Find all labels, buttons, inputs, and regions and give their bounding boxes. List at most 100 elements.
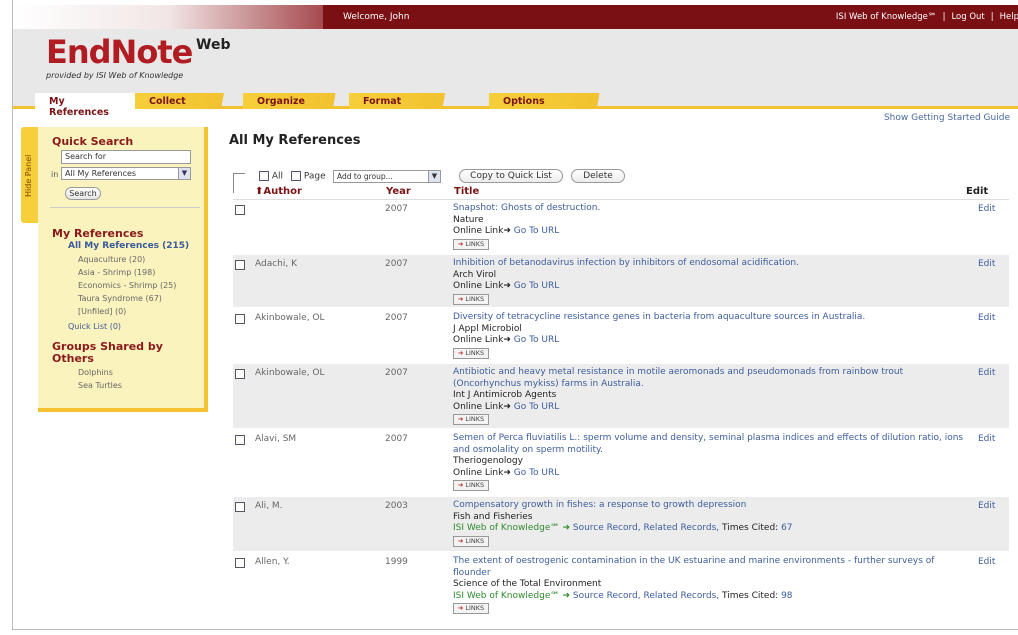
edit-link[interactable]: Edit — [978, 368, 995, 378]
isi-link[interactable]: ISI Web of Knowledge℠ — [453, 523, 560, 533]
select-all[interactable]: All — [259, 171, 283, 182]
help-link[interactable]: Help — [1000, 12, 1018, 22]
row-checkbox[interactable] — [235, 260, 245, 270]
go-to-url-link[interactable]: Go To URL — [514, 226, 560, 236]
reference-year: 2007 — [385, 204, 408, 214]
logout-link[interactable]: Log Out — [951, 12, 984, 22]
isi-link[interactable]: ISI Web of Knowledge℠ — [453, 591, 560, 601]
group-aquaculture[interactable]: Aquaculture (20) — [78, 255, 145, 264]
reference-author: Akinbowale, OL — [255, 368, 325, 378]
delete-button[interactable]: Delete — [571, 169, 625, 183]
reference-title-link[interactable]: Snapshot: Ghosts of destruction. — [453, 203, 973, 215]
select-page[interactable]: Page — [291, 171, 326, 182]
row-checkbox[interactable] — [235, 435, 245, 445]
reference-journal: Nature — [453, 214, 484, 225]
quick-list-link[interactable]: Quick List (0) — [68, 322, 121, 331]
getting-started-link[interactable]: Show Getting Started Guide — [884, 113, 1010, 123]
table-row: Akinbowale, OL 2007 Diversity of tetracycl… — [233, 309, 1009, 361]
go-to-url-link[interactable]: Go To URL — [514, 402, 560, 412]
group-unfiled[interactable]: [Unfiled] (0) — [78, 307, 126, 316]
row-checkbox[interactable] — [235, 314, 245, 324]
reference-author: Allen, Y. — [255, 557, 290, 567]
row-checkbox[interactable] — [235, 558, 245, 568]
reference-details: The extent of oestrogenic contamination … — [453, 556, 973, 615]
all-my-references-link[interactable]: All My References (215) — [68, 241, 189, 251]
go-to-url-link[interactable]: Go To URL — [514, 281, 560, 291]
checkbox-page[interactable] — [291, 171, 301, 181]
reference-title-link[interactable]: Diversity of tetracycline resistance gen… — [453, 312, 973, 324]
browser-frame: Welcome, John ISI Web of Knowledge℠ | Log … — [12, 0, 1018, 630]
row-checkbox[interactable] — [235, 205, 245, 215]
times-cited: Times Cited: 67 — [722, 523, 793, 533]
group-asia-shrimp[interactable]: Asia - Shrimp (198) — [78, 268, 155, 277]
table-row: Ali, M. 2003 Compensatory growth in fishes… — [233, 497, 1009, 551]
sidebar: Quick Search Search for in All My Refere… — [38, 127, 208, 412]
author-column-header[interactable]: ⬆Author — [255, 186, 302, 197]
reference-title-link[interactable]: Compensatory growth in fishes: a respons… — [453, 500, 973, 512]
arrow-right-icon: ➜ — [457, 239, 464, 248]
shared-group-dolphins[interactable]: Dolphins — [78, 368, 113, 377]
related-records-link[interactable]: Related Records — [643, 591, 716, 601]
tab-organize[interactable]: Organize — [243, 93, 343, 109]
times-cited-count[interactable]: 67 — [781, 523, 792, 533]
edit-link[interactable]: Edit — [978, 557, 995, 567]
edit-link[interactable]: Edit — [978, 434, 995, 444]
page-title: All My References — [229, 133, 361, 148]
tab-options[interactable]: Options — [489, 93, 609, 109]
reference-journal: J Appl Microbiol — [453, 323, 522, 334]
hide-panel-tab[interactable]: Hide Panel — [21, 127, 38, 223]
group-taura-syndrome[interactable]: Taura Syndrome (67) — [78, 294, 162, 303]
links-button[interactable]: ➜ LINKS — [453, 238, 489, 250]
reference-details: Antibiotic and heavy metal resistance in… — [453, 367, 973, 426]
links-button[interactable]: ➜ LINKS — [453, 347, 489, 359]
row-checkbox[interactable] — [235, 369, 245, 379]
reference-year: 2007 — [385, 259, 408, 269]
search-scope-select[interactable]: All My References ▼ — [61, 167, 191, 180]
links-button[interactable]: ➜ LINKS — [453, 480, 489, 491]
tab-my-references[interactable]: My References — [35, 93, 135, 118]
title-column-header[interactable]: Title — [454, 186, 479, 197]
edit-link[interactable]: Edit — [978, 259, 995, 269]
source-record-link[interactable]: Source Record — [573, 591, 638, 601]
edit-column-header: Edit — [966, 186, 989, 197]
edit-link[interactable]: Edit — [978, 501, 995, 511]
go-to-url-link[interactable]: Go To URL — [514, 468, 560, 478]
reference-journal: Int J Antimicrob Agents — [453, 390, 557, 400]
search-input[interactable]: Search for — [61, 150, 191, 164]
logo-main: EndNote — [46, 33, 193, 71]
reference-title-link[interactable]: Semen of Perca fluviatilis L.: sperm vol… — [453, 433, 973, 456]
group-economics-shrimp[interactable]: Economics - Shrimp (25) — [78, 281, 176, 290]
tab-format[interactable]: Format — [349, 93, 453, 109]
reference-title-link[interactable]: Inhibition of betanodavirus infection by… — [453, 258, 973, 270]
isi-link[interactable]: ISI Web of Knowledge℠ — [836, 12, 937, 22]
add-to-group-select[interactable]: Add to group... ▼ — [333, 170, 441, 183]
search-scope-value: All My References — [65, 169, 137, 178]
links-button[interactable]: ➜ LINKS — [453, 535, 489, 547]
search-button[interactable]: Search — [65, 187, 101, 200]
links-button[interactable]: ➜ LINKS — [453, 603, 489, 614]
chevron-down-icon: ▼ — [178, 168, 190, 179]
related-records-link[interactable]: Related Records — [643, 523, 716, 533]
edit-link[interactable]: Edit — [978, 204, 995, 214]
table-row: Allen, Y. 1999 The extent of oestrogenic c… — [233, 553, 1009, 619]
year-column-header[interactable]: Year — [386, 186, 411, 197]
my-references-title: My References — [52, 227, 144, 240]
links-button[interactable]: ➜ LINKS — [453, 414, 489, 425]
reference-author: Akinbowale, OL — [255, 313, 325, 323]
tab-collect[interactable]: Collect — [135, 93, 231, 109]
edit-link[interactable]: Edit — [978, 313, 995, 323]
tab-bar: My References Collect Organize Format Op… — [13, 93, 1018, 118]
links-button[interactable]: ➜ LINKS — [453, 293, 489, 305]
shared-group-sea-turtles[interactable]: Sea Turtles — [78, 381, 122, 390]
arrow-right-icon: ➜ — [562, 590, 570, 601]
times-cited-count[interactable]: 98 — [781, 591, 792, 601]
reference-title-link[interactable]: The extent of oestrogenic contamination … — [453, 556, 973, 579]
go-to-url-link[interactable]: Go To URL — [514, 335, 560, 345]
reference-title-link[interactable]: Antibiotic and heavy metal resistance in… — [453, 367, 973, 390]
reference-year: 2007 — [385, 313, 408, 323]
source-record-link[interactable]: Source Record — [573, 523, 638, 533]
copy-to-quick-list-button[interactable]: Copy to Quick List — [459, 169, 563, 183]
row-checkbox[interactable] — [235, 502, 245, 512]
checkbox-all[interactable] — [259, 171, 269, 181]
online-link-label: Online Link — [453, 401, 504, 412]
